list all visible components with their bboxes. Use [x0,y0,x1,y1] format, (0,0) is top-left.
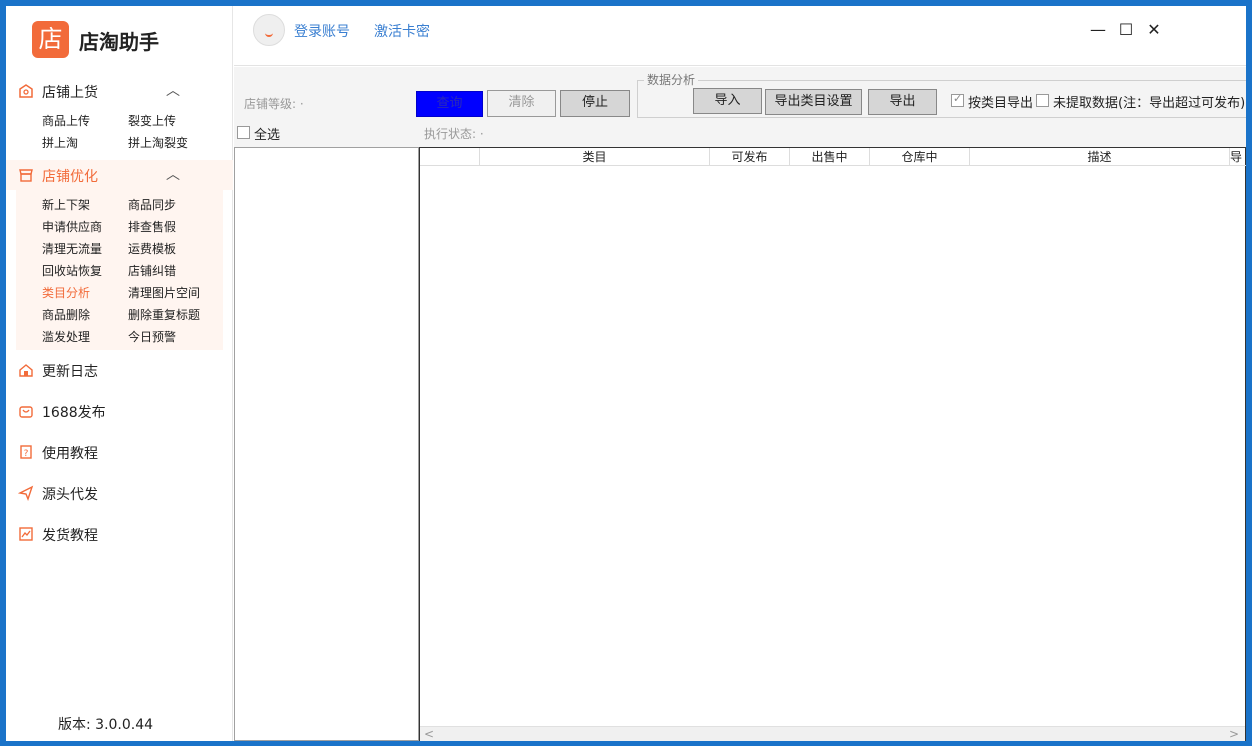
app-window: 店 店淘助手 店铺上货 ︿ 商品上传 裂变上传 拼上淘 拼上淘裂变 店铺优化 ︿ [6,6,1246,741]
sidebar-item-product-sync[interactable]: 商品同步 [128,196,176,213]
sidebar-item-recycle-restore[interactable]: 回收站恢复 [42,262,102,279]
sidebar-section-listing: 店铺上货 ︿ 商品上传 裂变上传 拼上淘 拼上淘裂变 [6,76,233,152]
sidebar-item-product-delete[interactable]: 商品删除 [42,306,90,323]
clear-button[interactable]: 清除 [487,90,556,117]
column-header-export[interactable]: 导 [1230,148,1246,166]
app-name: 店淘助手 [79,30,159,54]
unfetched-data-label: 未提取数据(注：导出超过可发布) [1053,96,1246,111]
export-button[interactable]: 导出 [868,89,937,115]
column-header-index[interactable] [420,148,480,166]
tutorial-icon: ? [20,445,32,459]
sidebar-sublist-optimize: 新上下架 商品同步 申请供应商 排查售假 清理无流量 运费模板 回收站恢复 店铺… [16,190,223,350]
select-all-label: 全选 [254,128,281,143]
sidebar-item-label: 使用教程 [42,446,98,462]
avatar[interactable] [253,14,285,46]
main-content: 店铺等级: · 查询 清除 停止 数据分析 导入 导出类目设置 导出 按类目导出… [234,67,1246,741]
export-by-category-checkbox[interactable] [951,92,964,107]
sidebar-item-clean-no-traffic[interactable]: 清理无流量 [42,240,102,257]
category-table[interactable]: 类目 可发布 出售中 仓库中 描述 导 < > [419,147,1246,741]
sidebar-item-spam-handling[interactable]: 滥发处理 [42,328,90,345]
sidebar-item-clean-image-space[interactable]: 清理图片空间 [128,284,200,301]
sidebar-item-shipping-tutorial[interactable]: 发货教程 [6,519,233,549]
sidebar-item-tutorial[interactable]: ? 使用教程 [6,437,233,467]
sidebar-item-pinshangtao-fission[interactable]: 拼上淘裂变 [128,134,188,151]
export-category-settings-button[interactable]: 导出类目设置 [765,89,862,115]
login-link[interactable]: 登录账号 [294,21,350,41]
store-list[interactable] [234,147,419,741]
chevron-up-icon[interactable]: ︿ [166,80,180,100]
sidebar-item-1688-publish[interactable]: 1688发布 [6,396,233,426]
maximize-button[interactable]: ☐ [1116,20,1136,39]
sidebar-sublist-listing: 商品上传 裂变上传 拼上淘 拼上淘裂变 [6,106,233,152]
sidebar-item-source-dropship[interactable]: 源头代发 [6,478,233,508]
table-header: 类目 可发布 出售中 仓库中 描述 导 [420,148,1246,166]
sidebar-item-store-correction[interactable]: 店铺纠错 [128,262,176,279]
send-icon [18,485,34,501]
sidebar-item-label: 发货教程 [42,528,98,544]
unfetched-data-checkbox[interactable] [1036,94,1049,107]
minimize-button[interactable]: — [1088,20,1108,39]
log-icon [19,364,33,377]
import-button[interactable]: 导入 [693,88,762,114]
sidebar-item-category-analysis[interactable]: 类目分析 [42,284,90,301]
sidebar-section-label: 店铺优化 [42,169,98,185]
sidebar-item-pinshangtao[interactable]: 拼上淘 [42,134,78,151]
sidebar-item-check-fake[interactable]: 排查售假 [128,218,176,235]
horizontal-scrollbar[interactable]: < > [420,726,1245,741]
column-header-in-warehouse[interactable]: 仓库中 [870,148,970,166]
sidebar-section-optimize-header[interactable]: 店铺优化 ︿ [6,160,233,190]
sidebar-item-fission-upload[interactable]: 裂变上传 [128,112,176,129]
activate-link[interactable]: 激活卡密 [374,21,430,41]
export-by-category-label: 按类目导出 [968,96,1034,111]
svg-text:?: ? [24,449,29,459]
store-level-label: 店铺等级: · [244,97,304,111]
sidebar-item-shipping-template[interactable]: 运费模板 [128,240,176,257]
column-header-on-sale[interactable]: 出售中 [790,148,870,166]
sidebar-item-label: 1688发布 [42,405,106,421]
close-button[interactable]: ✕ [1144,20,1164,39]
sidebar: 店 店淘助手 店铺上货 ︿ 商品上传 裂变上传 拼上淘 拼上淘裂变 店铺优化 ︿ [6,6,233,741]
sidebar-item-today-warning[interactable]: 今日预警 [128,328,176,345]
column-header-publishable[interactable]: 可发布 [710,148,790,166]
sidebar-item-new-listing[interactable]: 新上下架 [42,196,90,213]
chevron-up-icon[interactable]: ︿ [166,164,180,184]
top-bar: 登录账号 激活卡密 — ☐ ✕ [234,6,1246,66]
sidebar-item-label: 更新日志 [42,364,98,380]
sidebar-section-listing-header[interactable]: 店铺上货 ︿ [6,76,233,106]
version-text: 版本: 3.0.0.44 [58,717,154,733]
execution-status-label: 执行状态: · [424,127,484,141]
column-header-description[interactable]: 描述 [970,148,1230,166]
chart-icon [19,527,33,541]
sidebar-item-label: 源头代发 [42,487,98,503]
shop-optimize-icon [19,169,33,182]
column-header-category[interactable]: 类目 [480,148,710,166]
data-analysis-group-title: 数据分析 [644,71,699,88]
sidebar-item-apply-supplier[interactable]: 申请供应商 [42,218,102,235]
sidebar-item-upload[interactable]: 商品上传 [42,112,90,129]
select-all-checkbox[interactable] [237,126,250,139]
app-logo: 店 [32,21,69,58]
scroll-left-icon[interactable]: < [424,727,434,741]
sidebar-section-optimize: 店铺优化 ︿ 新上下架 商品同步 申请供应商 排查售假 清理无流量 运费模板 回… [6,160,233,350]
sidebar-item-delete-dup-title[interactable]: 删除重复标题 [128,306,200,323]
stop-button[interactable]: 停止 [560,90,630,117]
store-icon [19,84,33,98]
sidebar-item-update-log[interactable]: 更新日志 [6,355,233,385]
sidebar-section-label: 店铺上货 [42,85,98,101]
scroll-right-icon[interactable]: > [1229,727,1239,741]
bag-icon [19,406,33,418]
query-button[interactable]: 查询 [416,91,483,117]
